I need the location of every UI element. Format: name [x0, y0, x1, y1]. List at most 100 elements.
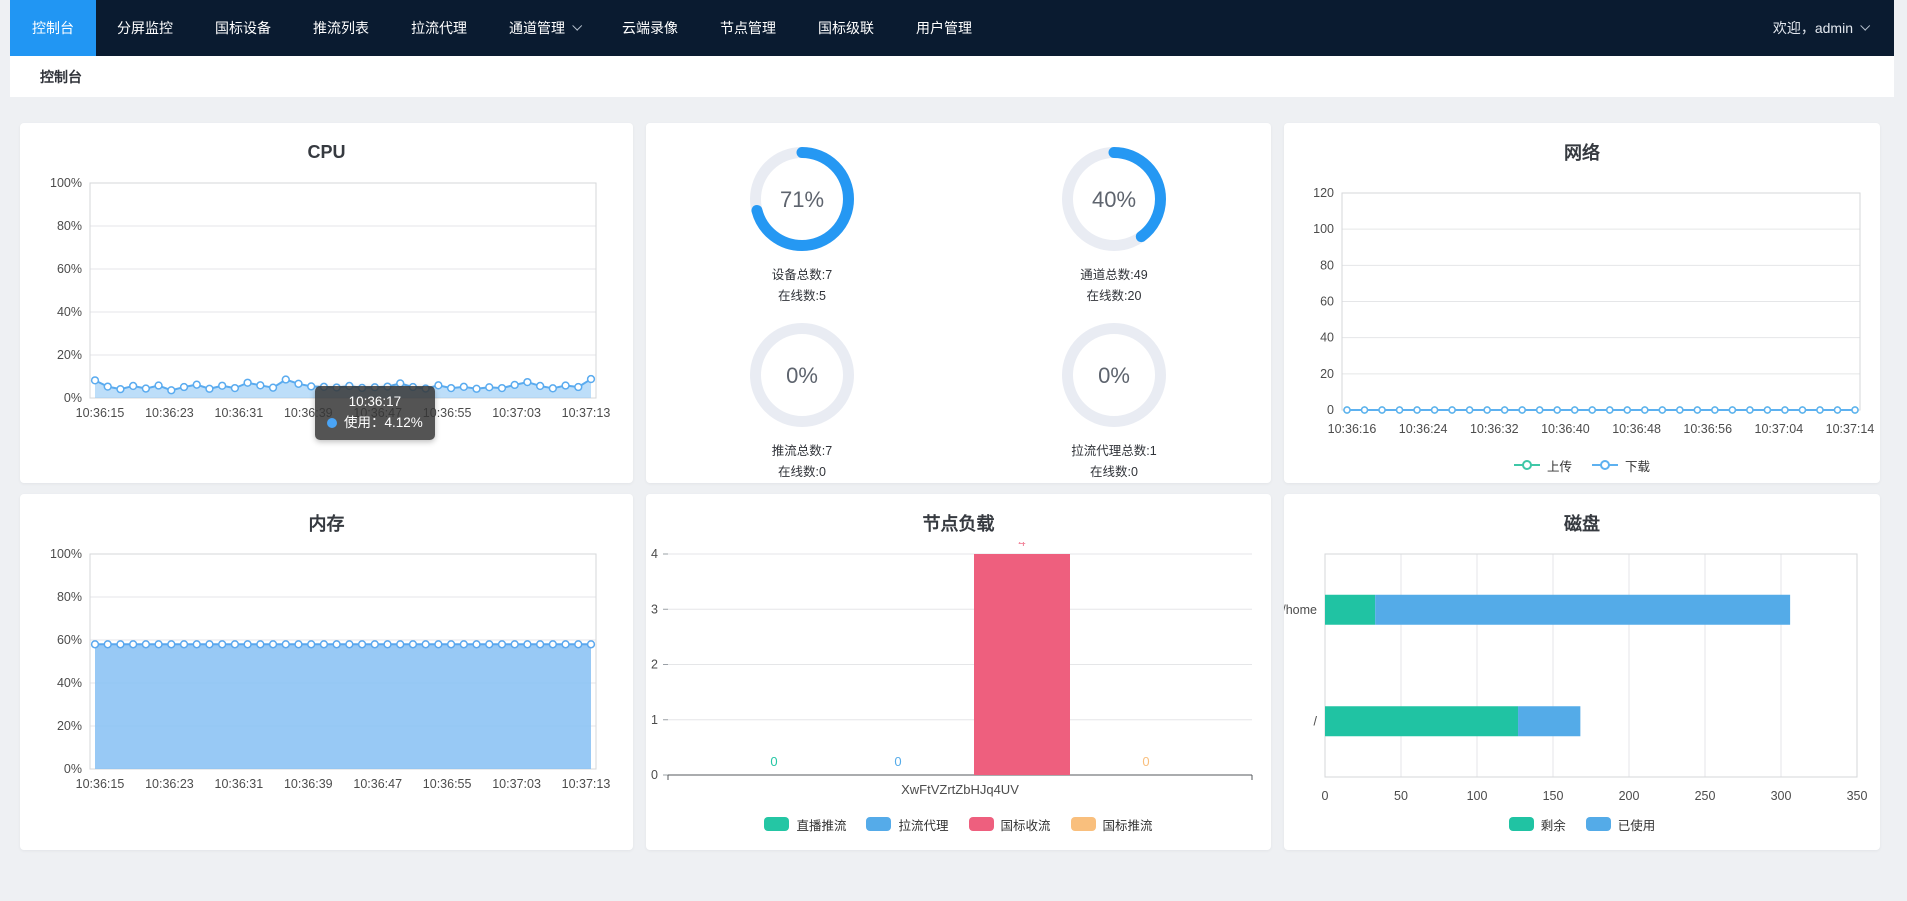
svg-text:/: /: [1314, 714, 1318, 728]
legend-item[interactable]: 国标推流: [1071, 815, 1153, 834]
svg-text:10:37:14: 10:37:14: [1826, 422, 1875, 436]
legend-label: 剩余: [1541, 815, 1566, 834]
nav-item-label: 节点管理: [720, 18, 776, 38]
nav-item-9[interactable]: 用户管理: [895, 0, 993, 56]
svg-text:200: 200: [1619, 789, 1640, 803]
svg-text:60%: 60%: [57, 262, 82, 276]
svg-text:10:36:47: 10:36:47: [353, 777, 402, 791]
svg-text:2: 2: [651, 658, 658, 672]
legend-item[interactable]: 国标收流: [969, 815, 1051, 834]
svg-text:80: 80: [1320, 258, 1334, 272]
donut-gauge: 40%: [1058, 143, 1170, 255]
nav-item-5[interactable]: 通道管理: [488, 0, 601, 56]
network-chart[interactable]: 12010080604020010:36:1610:36:2410:36:321…: [1284, 171, 1880, 483]
series-dot-icon: [327, 418, 337, 428]
nav-item-4[interactable]: 拉流代理: [390, 0, 488, 56]
welcome-label: 欢迎，admin: [1773, 18, 1853, 38]
nav-item-label: 推流列表: [313, 18, 369, 38]
nav-item-0[interactable]: 控制台: [10, 0, 96, 56]
gauge-caption: 设备总数:7在线数:5: [772, 265, 832, 307]
svg-text:10:36:23: 10:36:23: [145, 777, 194, 791]
user-menu[interactable]: 欢迎，admin: [1773, 0, 1894, 56]
legend-label: 上传: [1547, 456, 1572, 475]
svg-text:1: 1: [651, 713, 658, 727]
gauge-caption: 推流总数:7在线数:0: [772, 441, 832, 483]
svg-text:0: 0: [651, 768, 658, 782]
gauge-cell-0: 71% 设备总数:7在线数:5: [646, 143, 958, 307]
svg-text:4: 4: [651, 547, 658, 561]
legend-item[interactable]: 已使用: [1586, 815, 1656, 834]
svg-text:10:36:15: 10:36:15: [76, 406, 125, 420]
svg-text:3: 3: [651, 602, 658, 616]
network-panel: 网络 12010080604020010:36:1610:36:2410:36:…: [1284, 123, 1880, 483]
disk-chart[interactable]: 050100150200250300350/home/: [1284, 542, 1880, 850]
tooltip-series-value: 4.12%: [385, 415, 423, 430]
tooltip-time: 10:36:17: [327, 391, 423, 412]
svg-text:40%: 40%: [1092, 187, 1136, 212]
svg-text:10:37:03: 10:37:03: [492, 777, 541, 791]
legend-item[interactable]: 拉流代理: [866, 815, 948, 834]
svg-text:10:36:55: 10:36:55: [423, 777, 472, 791]
donut-gauge: 71%: [746, 143, 858, 255]
node-load-legend: 直播推流 拉流代理 国标收流 国标推流: [646, 814, 1271, 834]
legend-item[interactable]: 剩余: [1509, 815, 1566, 834]
node-load-chart[interactable]: 432100040XwFtVZrtZbHJq4UV: [646, 542, 1271, 850]
nav-item-label: 分屏监控: [117, 18, 173, 38]
tooltip-series-label: 使用：: [344, 415, 385, 430]
svg-text:250: 250: [1695, 789, 1716, 803]
svg-text:0: 0: [770, 754, 777, 769]
nav-item-3[interactable]: 推流列表: [292, 0, 390, 56]
gauges-panel: 71%设备总数:7在线数:540%通道总数:49在线数:200%推流总数:7在线…: [646, 123, 1271, 483]
chevron-down-icon: [1860, 20, 1870, 30]
svg-text:100: 100: [1313, 222, 1334, 236]
svg-text:350: 350: [1847, 789, 1868, 803]
disk-panel-title: 磁盘: [1284, 494, 1880, 542]
nav-item-label: 通道管理: [509, 18, 565, 38]
legend-item[interactable]: 上传: [1514, 456, 1572, 475]
nav-item-8[interactable]: 国标级联: [797, 0, 895, 56]
legend-item[interactable]: 直播推流: [764, 815, 846, 834]
svg-text:80%: 80%: [57, 590, 82, 604]
breadcrumb: 控制台: [10, 56, 1894, 97]
legend-label: 已使用: [1618, 815, 1656, 834]
legend-label: 拉流代理: [898, 815, 948, 834]
legend-swatch-icon: [1586, 817, 1611, 831]
legend-label: 下载: [1625, 456, 1650, 475]
nav-item-1[interactable]: 分屏监控: [96, 0, 194, 56]
nav-item-label: 用户管理: [916, 18, 972, 38]
node-load-panel-title: 节点负载: [646, 494, 1271, 542]
legend-swatch-icon: [866, 817, 891, 831]
nav-item-2[interactable]: 国标设备: [194, 0, 292, 56]
svg-text:71%: 71%: [780, 187, 824, 212]
svg-text:20%: 20%: [57, 719, 82, 733]
svg-text:10:37:13: 10:37:13: [562, 406, 611, 420]
svg-text:10:37:04: 10:37:04: [1755, 422, 1804, 436]
legend-swatch-icon: [969, 817, 994, 831]
legend-item[interactable]: 下载: [1592, 456, 1650, 475]
svg-text:300: 300: [1771, 789, 1792, 803]
network-panel-title: 网络: [1284, 123, 1880, 171]
svg-text:10:37:03: 10:37:03: [492, 406, 541, 420]
memory-chart[interactable]: 100%80%60%40%20%0%10:36:1510:36:2310:36:…: [20, 542, 633, 850]
nav-item-7[interactable]: 节点管理: [699, 0, 797, 56]
svg-text:0: 0: [1142, 754, 1149, 769]
svg-text:100%: 100%: [50, 176, 82, 190]
gauge-cell-3: 0%拉流代理总数:1在线数:0: [958, 319, 1270, 483]
donut-gauge: 0%: [746, 319, 858, 431]
svg-text:50: 50: [1394, 789, 1408, 803]
memory-panel: 内存 100%80%60%40%20%0%10:36:1510:36:2310:…: [20, 494, 633, 850]
donut-gauge: 0%: [1058, 319, 1170, 431]
legend-label: 国标推流: [1103, 815, 1153, 834]
cpu-panel: CPU 100%80%60%40%20%0%10:36:1510:36:2310…: [20, 123, 633, 483]
svg-text:40: 40: [1320, 331, 1334, 345]
svg-text:XwFtVZrtZbHJq4UV: XwFtVZrtZbHJq4UV: [901, 782, 1019, 797]
svg-text:10:36:32: 10:36:32: [1470, 422, 1519, 436]
nav-item-6[interactable]: 云端录像: [601, 0, 699, 56]
svg-text:10:36:16: 10:36:16: [1328, 422, 1377, 436]
memory-panel-title: 内存: [20, 494, 633, 542]
svg-text:0%: 0%: [64, 762, 82, 776]
app-page: 控制台分屏监控国标设备推流列表拉流代理通道管理云端录像节点管理国标级联用户管理 …: [10, 0, 1894, 850]
tooltip-value-row: 使用：4.12%: [327, 412, 423, 433]
svg-text:0%: 0%: [786, 363, 818, 388]
legend-label: 国标收流: [1001, 815, 1051, 834]
